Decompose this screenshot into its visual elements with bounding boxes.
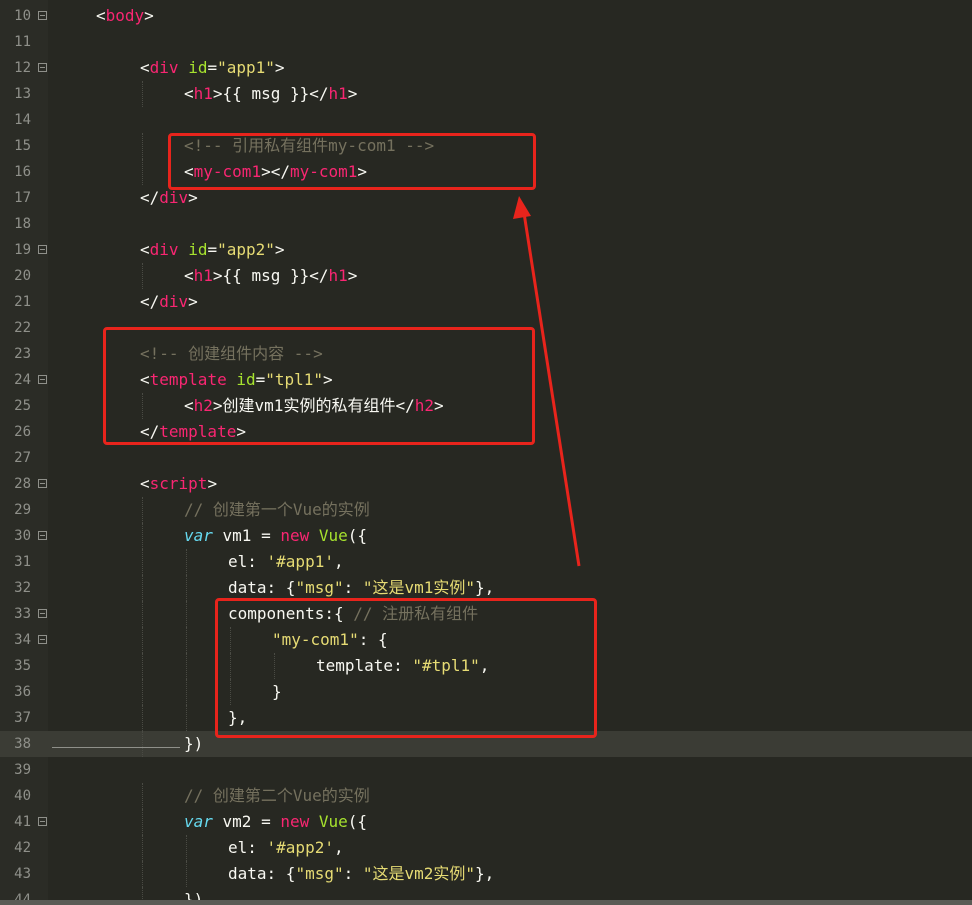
code-editor[interactable]: 10 <body> 11 12 <div id="app1"> 13 <h1>{{ msg … bbox=[0, 0, 972, 905]
arrow-shaft bbox=[522, 212, 581, 567]
arrow-annotation bbox=[513, 196, 581, 567]
horizontal-scrollbar[interactable] bbox=[0, 900, 972, 905]
arrow-head bbox=[513, 196, 531, 219]
